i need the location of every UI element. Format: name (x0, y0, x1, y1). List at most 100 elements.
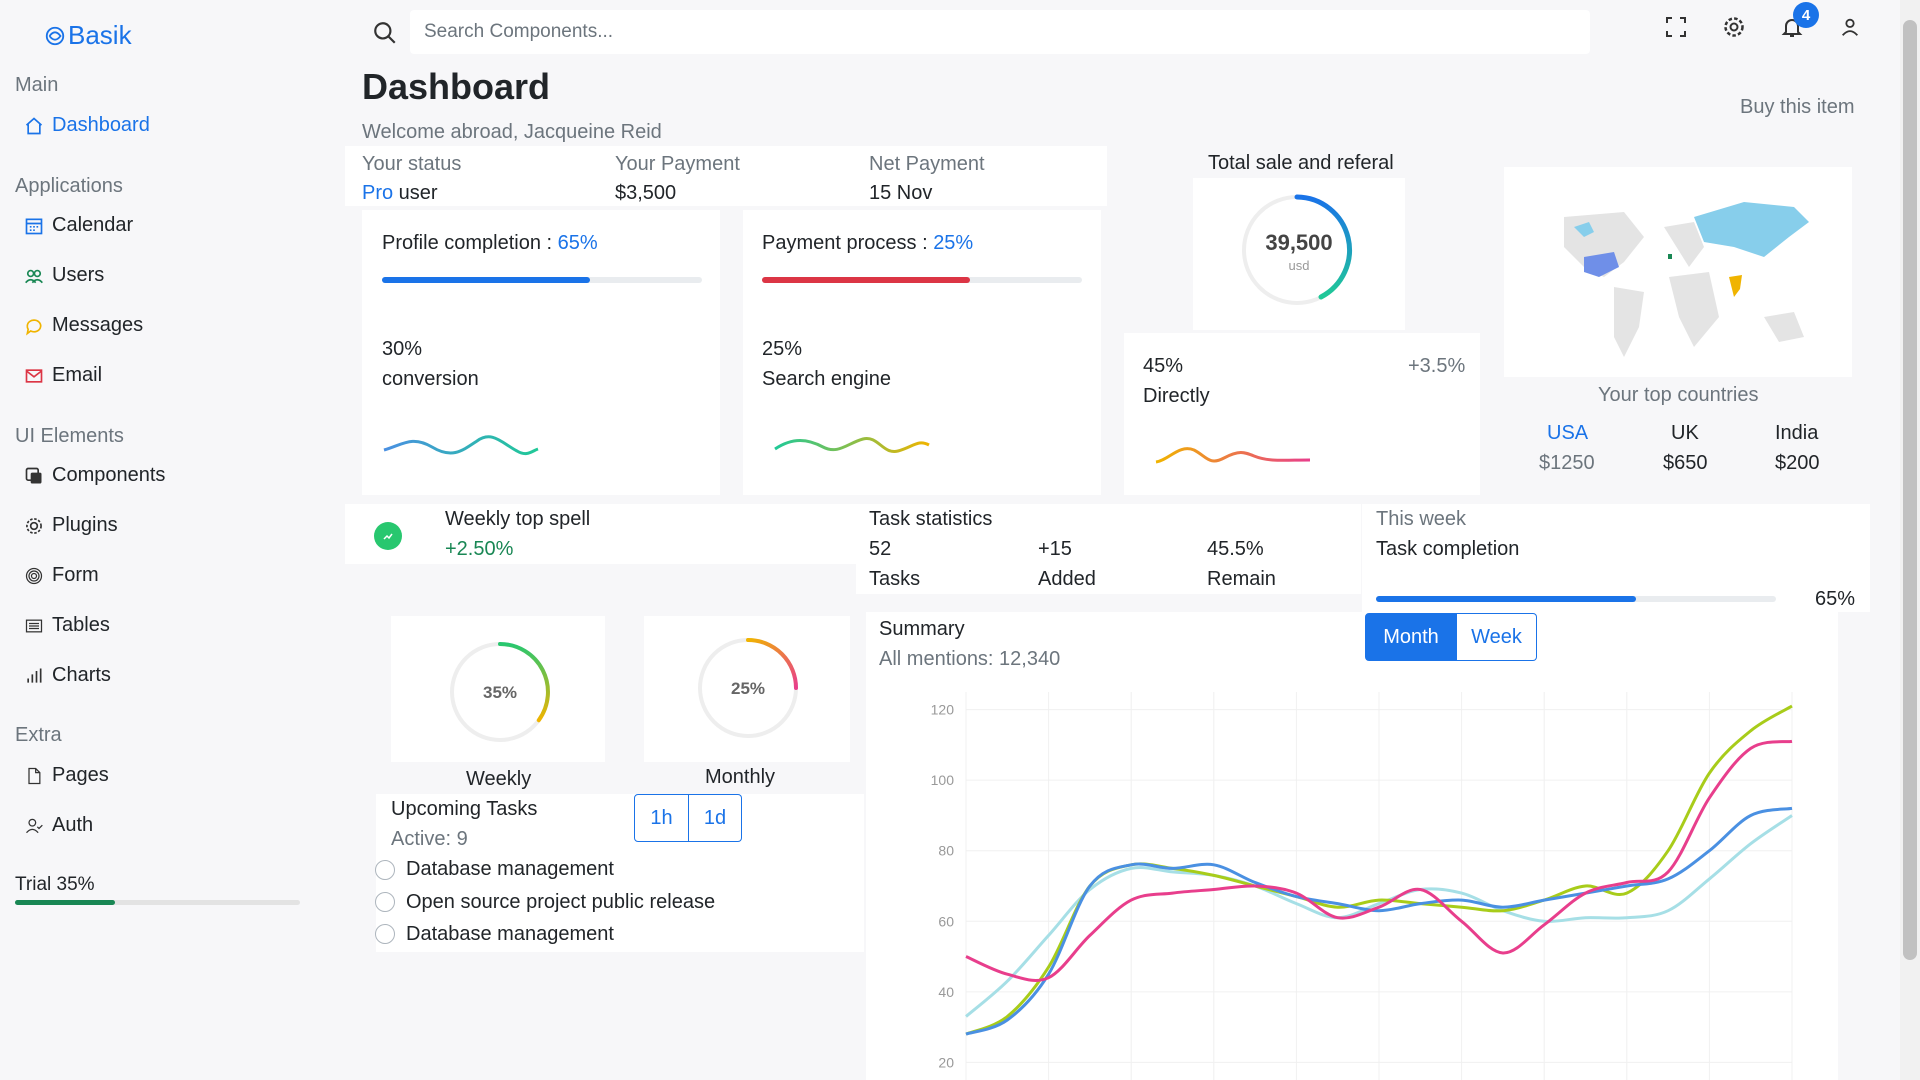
upcoming-tasks-title: Upcoming Tasks (391, 798, 538, 820)
sidebar-item-email[interactable]: Email (24, 364, 102, 387)
file-icon (28, 767, 41, 784)
status-card: Your status Pro user Your Payment $3,500… (345, 146, 1107, 206)
task-radio-2[interactable] (375, 892, 395, 912)
sidebar-item-label: Pages (52, 764, 109, 786)
remain-value: 45.5% (1207, 538, 1264, 560)
sidebar-item-tables[interactable]: Tables (24, 614, 110, 637)
search-input[interactable] (410, 10, 1590, 54)
sidebar-item-components[interactable]: Components (24, 464, 165, 487)
sidebar-item-plugins[interactable]: Plugins (24, 514, 118, 537)
sidebar-item-label: Messages (52, 314, 144, 336)
time-range-toggle: 1h 1d (634, 794, 742, 842)
monthly-ring-value: 25% (731, 679, 765, 698)
chart-y-tick-label: 20 (938, 1054, 954, 1070)
sidebar-item-label: Plugins (52, 514, 118, 536)
sidebar-item-label: Tables (52, 614, 110, 636)
direct-change: +3.5% (1408, 355, 1466, 377)
table-icon (25, 619, 43, 632)
conversion-sparkline (383, 435, 539, 456)
range-1h-button[interactable]: 1h (634, 794, 689, 842)
added-value: +15 (1038, 538, 1072, 560)
page-scrollbar[interactable] (1900, 0, 1920, 1080)
conversion-label: conversion (382, 368, 479, 390)
status-highlight: Pro (362, 182, 394, 204)
sidebar-item-auth[interactable]: Auth (24, 814, 93, 837)
trend-up-icon (374, 522, 402, 550)
direct-card: 45% Directly +3.5% (1124, 333, 1480, 495)
conversion-value: 30% (382, 338, 423, 360)
profile-button[interactable] (1837, 14, 1863, 40)
task-item-3: Database management (406, 923, 614, 945)
country-name-uk: UK (1671, 422, 1699, 444)
week-button[interactable]: Week (1457, 613, 1537, 661)
summary-mentions: All mentions: 12,340 (879, 648, 1061, 670)
weekly-ring-value: 35% (483, 683, 517, 702)
sidebar-item-calendar[interactable]: Calendar (24, 214, 133, 237)
summary-line-chart: 120 100 80 60 40 20 (931, 692, 1793, 1080)
payment-percent: 25% (933, 232, 974, 254)
sidebar-item-label: Dashboard (52, 114, 150, 136)
net-payment-value: 15 Nov (869, 182, 933, 204)
components-icon (25, 467, 42, 483)
task-completion-card: This week Task completion 65% (1362, 504, 1870, 612)
task-radio-3[interactable] (375, 924, 395, 944)
payment-progress-fill (762, 277, 970, 283)
weekly-ring: 35% (450, 642, 550, 742)
sidebar-item-label: Calendar (52, 214, 134, 236)
trial-progress-bar (15, 900, 300, 905)
task-completion-title: Task completion (1376, 538, 1520, 560)
chart-y-tick-label: 40 (938, 984, 954, 1000)
sidebar-item-dashboard[interactable]: Dashboard (24, 114, 150, 137)
brand-logo[interactable]: Basik (44, 20, 132, 51)
bar-chart-icon (27, 668, 42, 683)
search-icon[interactable] (372, 20, 398, 46)
fullscreen-button[interactable] (1663, 14, 1689, 40)
search-engine-label: Search engine (762, 368, 891, 390)
payment-progress-bar (762, 277, 1082, 283)
country-value-uk: $650 (1663, 452, 1708, 474)
weekly-spell-value: +2.50% (445, 538, 514, 560)
welcome-text: Welcome abroad, Jacqueine Reid (362, 121, 662, 143)
profile-percent: 65% (557, 232, 598, 254)
country-name-usa[interactable]: USA (1547, 422, 1588, 445)
profile-card: Profile completion : 65% 30% conversion (362, 210, 720, 495)
section-applications: Applications (15, 175, 123, 197)
sidebar-item-charts[interactable]: Charts (24, 664, 111, 687)
chart-y-tick-label: 80 (938, 843, 954, 859)
fullscreen-icon (1666, 17, 1686, 37)
total-sale-title: Total sale and referal (1208, 152, 1394, 174)
task-item-1: Database management (406, 858, 614, 880)
brand-name: Basik (68, 20, 132, 50)
sidebar-item-label: Charts (52, 664, 111, 686)
month-button[interactable]: Month (1365, 613, 1457, 661)
page-title: Dashboard (362, 66, 551, 107)
task-radio-1[interactable] (375, 860, 395, 880)
upcoming-active-count: Active: 9 (391, 828, 468, 850)
monthly-ring: 25% (698, 638, 798, 738)
total-sale-unit: usd (1288, 258, 1310, 273)
settings-button[interactable] (1721, 14, 1747, 40)
sidebar-item-form[interactable]: Form (24, 564, 99, 587)
sidebar-item-label: Email (52, 364, 103, 386)
trial-label: Trial 35% (15, 874, 95, 895)
scrollbar-thumb[interactable] (1903, 20, 1917, 960)
task-completion-bar (1376, 596, 1776, 602)
profile-progress-fill (382, 277, 590, 283)
target-icon (25, 567, 43, 584)
buy-item-link[interactable]: Buy this item (1740, 96, 1854, 119)
sidebar-item-messages[interactable]: Messages (24, 314, 143, 337)
total-sale-card: 39,500 usd (1193, 178, 1405, 330)
sidebar-item-users[interactable]: Users (24, 264, 104, 287)
sidebar-item-label: Auth (52, 814, 94, 836)
section-ui-elements: UI Elements (15, 425, 124, 447)
task-completion-percent: 65% (1815, 588, 1856, 610)
direct-label: Directly (1143, 385, 1210, 407)
chart-y-tick-label: 60 (938, 913, 954, 929)
world-map-icon (1564, 202, 1809, 357)
envelope-icon (25, 368, 43, 383)
range-1d-button[interactable]: 1d (689, 794, 742, 842)
task-item-2: Open source project public release (406, 891, 716, 913)
status-label: Your status (362, 153, 462, 175)
sidebar-item-pages[interactable]: Pages (24, 764, 109, 787)
weekly-ring-label: Weekly (466, 768, 532, 790)
